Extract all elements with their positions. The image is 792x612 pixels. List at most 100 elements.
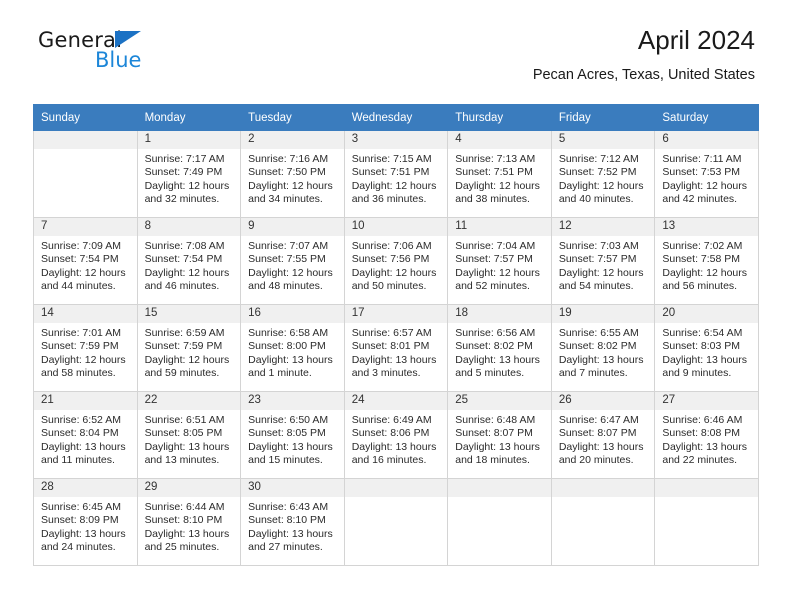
sunset-text: Sunset: 8:00 PM	[248, 340, 326, 353]
calendar-day-cell[interactable]: 11 Sunrise: 7:04 AM Sunset: 7:57 PM Dayligh…	[447, 217, 552, 305]
calendar-day-cell[interactable]: 16 Sunrise: 6:58 AM Sunset: 8:00 PM Dayligh…	[240, 304, 345, 392]
day-details: Sunrise: 7:11 AM Sunset: 7:53 PM Daylight:…	[655, 149, 758, 207]
calendar-day-cell[interactable]: 8 Sunrise: 7:08 AM Sunset: 7:54 PM Daylight…	[136, 217, 242, 305]
day-number: 7	[34, 218, 137, 236]
page-subtitle: Pecan Acres, Texas, United States	[532, 66, 755, 83]
sunset-text: Sunset: 7:51 PM	[455, 166, 533, 179]
calendar-day-cell[interactable]: 12 Sunrise: 7:03 AM Sunset: 7:57 PM Dayligh…	[550, 217, 656, 305]
day-number: 11	[448, 218, 551, 236]
day-details: Sunrise: 6:49 AM Sunset: 8:06 PM Daylight:…	[345, 410, 448, 468]
weekday-header-wednesday: Wednesday	[343, 104, 449, 131]
calendar-day-cell[interactable]: 27 Sunrise: 6:46 AM Sunset: 8:08 PM Dayligh…	[654, 391, 759, 479]
day-details: Sunrise: 7:17 AM Sunset: 7:49 PM Daylight:…	[138, 149, 241, 207]
day-number: 25	[448, 392, 551, 410]
daylight-text: Daylight: 12 hours	[144, 179, 230, 192]
daylight-text: Daylight: 13 hours	[41, 527, 126, 540]
day-number: 4	[448, 131, 551, 149]
calendar-day-cell[interactable]: 10 Sunrise: 7:06 AM Sunset: 7:56 PM Dayligh…	[343, 217, 449, 305]
sunrise-text: Sunrise: 7:11 AM	[662, 153, 742, 165]
calendar-day-cell[interactable]: 22 Sunrise: 6:51 AM Sunset: 8:05 PM Dayligh…	[136, 391, 242, 479]
calendar-day-cell[interactable]: 19 Sunrise: 6:55 AM Sunset: 8:02 PM Dayligh…	[550, 304, 656, 392]
sunset-text: Sunset: 8:06 PM	[351, 427, 430, 440]
daylight-text: Daylight: 13 hours	[351, 440, 437, 453]
calendar-day-cell[interactable]: 20 Sunrise: 6:54 AM Sunset: 8:03 PM Dayligh…	[654, 304, 759, 392]
calendar-day-cell[interactable]: 3 Sunrise: 7:15 AM Sunset: 7:51 PM Daylight…	[343, 130, 449, 218]
sunset-text: Sunset: 7:55 PM	[248, 253, 326, 266]
sunrise-text: Sunrise: 7:07 AM	[248, 240, 329, 252]
calendar-day-cell[interactable]: 15 Sunrise: 6:59 AM Sunset: 7:59 PM Dayligh…	[136, 304, 242, 392]
calendar-day-cell[interactable]: 25 Sunrise: 6:48 AM Sunset: 8:07 PM Dayligh…	[447, 391, 552, 479]
calendar-day-cell[interactable]: 7 Sunrise: 7:09 AM Sunset: 7:54 PM Daylight…	[33, 217, 138, 305]
day-number: 30	[241, 479, 344, 497]
daylight-text: and 46 minutes.	[144, 280, 220, 293]
day-number: 13	[655, 218, 758, 236]
day-number: 1	[137, 131, 241, 149]
daylight-text: and 13 minutes.	[144, 454, 220, 467]
calendar-day-cell[interactable]: 4 Sunrise: 7:13 AM Sunset: 7:51 PM Daylight…	[447, 130, 552, 218]
page-title: April 2024	[637, 25, 755, 55]
day-details: Sunrise: 6:47 AM Sunset: 8:07 PM Daylight:…	[552, 410, 655, 468]
sunrise-text: Sunrise: 7:15 AM	[351, 153, 432, 165]
sunrise-text: Sunrise: 6:48 AM	[455, 414, 536, 426]
calendar-day-cell[interactable]: 29 Sunrise: 6:44 AM Sunset: 8:10 PM Dayligh…	[136, 478, 242, 566]
calendar-cell-empty	[33, 130, 138, 218]
calendar-day-cell[interactable]: 23 Sunrise: 6:50 AM Sunset: 8:05 PM Dayligh…	[240, 391, 345, 479]
sunrise-text: Sunrise: 6:44 AM	[144, 501, 225, 513]
general-blue-logo[interactable]: General Blue	[38, 28, 238, 76]
calendar-day-cell[interactable]: 21 Sunrise: 6:52 AM Sunset: 8:04 PM Dayligh…	[33, 391, 138, 479]
daylight-text: and 50 minutes.	[351, 280, 427, 293]
calendar-cell-empty	[654, 478, 759, 566]
daylight-text: and 27 minutes.	[248, 541, 323, 554]
sunset-text: Sunset: 7:53 PM	[662, 166, 741, 179]
day-number	[655, 479, 758, 497]
calendar-day-cell[interactable]: 30 Sunrise: 6:43 AM Sunset: 8:10 PM Dayligh…	[240, 478, 345, 566]
calendar-day-cell[interactable]: 24 Sunrise: 6:49 AM Sunset: 8:06 PM Dayligh…	[343, 391, 449, 479]
sunrise-text: Sunrise: 6:46 AM	[662, 414, 743, 426]
calendar-day-cell[interactable]: 26 Sunrise: 6:47 AM Sunset: 8:07 PM Dayligh…	[550, 391, 656, 479]
page-header: General Blue April 2024 Pecan Acres, Tex…	[33, 0, 759, 83]
day-number: 10	[344, 218, 448, 236]
day-details: Sunrise: 7:04 AM Sunset: 7:57 PM Daylight:…	[448, 236, 551, 294]
day-number: 20	[655, 305, 758, 323]
calendar-day-cell[interactable]: 5 Sunrise: 7:12 AM Sunset: 7:52 PM Daylight…	[550, 130, 656, 218]
day-details: Sunrise: 7:06 AM Sunset: 7:56 PM Daylight:…	[345, 236, 448, 294]
day-number	[34, 131, 137, 149]
daylight-text: and 7 minutes.	[558, 367, 628, 380]
calendar-day-cell[interactable]: 1 Sunrise: 7:17 AM Sunset: 7:49 PM Daylight…	[136, 130, 242, 218]
day-number: 23	[241, 392, 344, 410]
sunset-text: Sunset: 8:02 PM	[455, 340, 533, 353]
calendar-day-cell[interactable]: 17 Sunrise: 6:57 AM Sunset: 8:01 PM Dayligh…	[343, 304, 449, 392]
logo-text-blue: Blue	[95, 48, 142, 72]
sunrise-text: Sunrise: 6:47 AM	[558, 414, 639, 426]
daylight-text: Daylight: 13 hours	[144, 527, 230, 540]
sunset-text: Sunset: 7:54 PM	[41, 253, 119, 266]
daylight-text: and 32 minutes.	[144, 193, 220, 206]
day-number: 24	[344, 392, 448, 410]
daylight-text: Daylight: 13 hours	[248, 353, 333, 366]
daylight-text: and 40 minutes.	[558, 193, 634, 206]
calendar-day-cell[interactable]: 6 Sunrise: 7:11 AM Sunset: 7:53 PM Daylight…	[654, 130, 759, 218]
daylight-text: and 36 minutes.	[351, 193, 427, 206]
sunset-text: Sunset: 8:03 PM	[662, 340, 741, 353]
calendar-day-cell[interactable]: 14 Sunrise: 7:01 AM Sunset: 7:59 PM Dayligh…	[33, 304, 138, 392]
day-number: 16	[241, 305, 344, 323]
calendar-day-cell[interactable]: 13 Sunrise: 7:02 AM Sunset: 7:58 PM Dayligh…	[654, 217, 759, 305]
calendar-day-cell[interactable]: 9 Sunrise: 7:07 AM Sunset: 7:55 PM Daylight…	[240, 217, 345, 305]
sunset-text: Sunset: 7:50 PM	[248, 166, 326, 179]
calendar-day-cell[interactable]: 28 Sunrise: 6:45 AM Sunset: 8:09 PM Dayligh…	[33, 478, 138, 566]
sunset-text: Sunset: 7:58 PM	[662, 253, 741, 266]
day-number: 21	[34, 392, 137, 410]
daylight-text: and 3 minutes.	[351, 367, 421, 380]
calendar-day-cell[interactable]: 18 Sunrise: 6:56 AM Sunset: 8:02 PM Dayligh…	[447, 304, 552, 392]
day-details: Sunrise: 7:12 AM Sunset: 7:52 PM Daylight:…	[552, 149, 655, 207]
daylight-text: and 11 minutes.	[41, 454, 115, 467]
title-block: April 2024 Pecan Acres, Texas, United St…	[532, 25, 755, 83]
day-number: 17	[344, 305, 448, 323]
daylight-text: and 22 minutes.	[662, 454, 738, 467]
daylight-text: Daylight: 12 hours	[144, 353, 230, 366]
day-details: Sunrise: 7:07 AM Sunset: 7:55 PM Daylight:…	[241, 236, 344, 294]
sunrise-text: Sunrise: 7:03 AM	[558, 240, 639, 252]
calendar-day-cell[interactable]: 2 Sunrise: 7:16 AM Sunset: 7:50 PM Daylight…	[240, 130, 345, 218]
day-details: Sunrise: 7:08 AM Sunset: 7:54 PM Daylight:…	[138, 236, 241, 294]
day-details: Sunrise: 6:45 AM Sunset: 8:09 PM Daylight:…	[34, 497, 137, 555]
